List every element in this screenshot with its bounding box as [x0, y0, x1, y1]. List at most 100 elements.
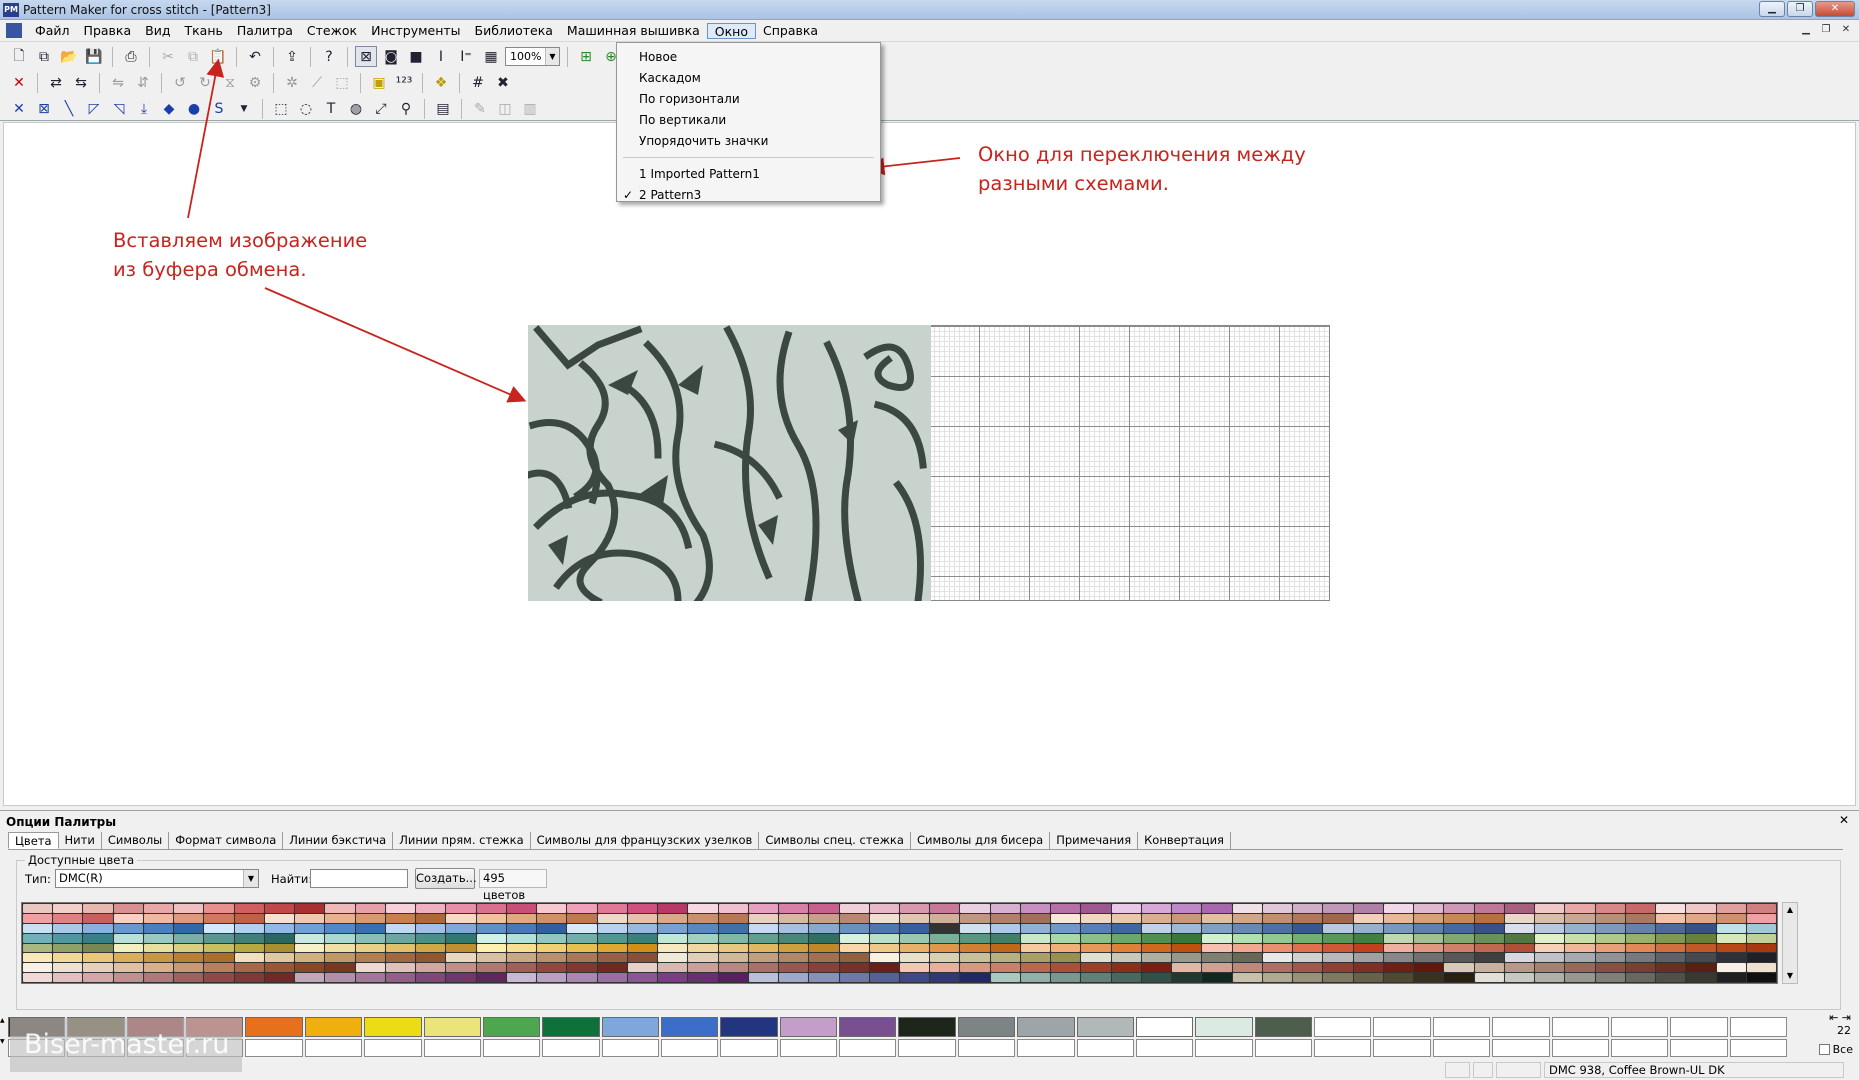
used-color-swatch[interactable] [1195, 1017, 1253, 1037]
color-swatch[interactable] [264, 963, 295, 973]
color-swatch[interactable] [688, 904, 718, 913]
fill-icon[interactable]: ◍ [345, 98, 367, 119]
color-swatch[interactable] [385, 933, 416, 943]
color-swatch[interactable] [658, 953, 688, 963]
color-swatch[interactable] [1383, 963, 1414, 973]
color-swatch[interactable] [1081, 913, 1111, 923]
color-swatch[interactable] [1111, 953, 1141, 963]
color-swatch[interactable] [1141, 904, 1172, 913]
color-swatch[interactable] [1262, 953, 1293, 963]
color-swatch[interactable] [1504, 913, 1535, 923]
color-swatch[interactable] [930, 963, 960, 973]
color-swatch[interactable] [688, 923, 718, 933]
color-symbol-slot[interactable] [1610, 1039, 1669, 1057]
color-swatch[interactable] [1716, 953, 1746, 963]
color-swatch[interactable] [1051, 904, 1081, 913]
color-swatch[interactable] [1595, 933, 1625, 943]
color-swatch[interactable] [83, 923, 113, 933]
color-symbol-slot[interactable] [1432, 1039, 1491, 1057]
color-swatch[interactable] [1474, 973, 1504, 982]
color-swatch[interactable] [1504, 923, 1535, 933]
color-swatch[interactable] [779, 904, 809, 913]
mirror-icon[interactable]: ⧖ [219, 72, 241, 93]
color-swatch[interactable] [446, 953, 476, 963]
color-swatch[interactable] [1020, 973, 1051, 982]
color-swatch[interactable] [325, 904, 355, 913]
color-swatch[interactable] [1020, 963, 1051, 973]
color-swatch[interactable] [385, 923, 416, 933]
color-swatch[interactable] [1081, 953, 1111, 963]
print-icon[interactable]: ⎙ [120, 46, 142, 67]
color-swatch[interactable] [930, 953, 960, 963]
color-swatch[interactable] [325, 913, 355, 923]
text-cursor-icon[interactable]: I [430, 46, 452, 67]
color-swatch[interactable] [1232, 913, 1262, 923]
color-swatch[interactable] [627, 913, 658, 923]
color-swatch[interactable] [234, 933, 264, 943]
menu-item[interactable]: Окно [706, 23, 757, 39]
color-swatch[interactable] [779, 923, 809, 933]
color-swatch[interactable] [143, 973, 174, 982]
color-swatch[interactable] [809, 904, 839, 913]
color-swatch[interactable] [1535, 973, 1565, 982]
text-tool-icon[interactable]: T [320, 98, 342, 119]
color-swatch[interactable] [597, 963, 627, 973]
color-swatch[interactable] [23, 943, 53, 953]
calculator-icon[interactable]: ▦ [480, 46, 502, 67]
color-swatch[interactable] [295, 963, 325, 973]
color-swatch[interactable] [143, 923, 174, 933]
color-swatch[interactable] [53, 973, 83, 982]
color-swatch[interactable] [234, 904, 264, 913]
palette-tab[interactable]: Линии прям. стежка [393, 832, 531, 849]
half-stitch-icon[interactable]: ⊠ [33, 98, 55, 119]
symmetry-icon[interactable]: ✲ [281, 72, 303, 93]
menu-item[interactable]: Правка [77, 23, 139, 39]
color-swatch[interactable] [1444, 963, 1474, 973]
color-swatch[interactable] [325, 973, 355, 982]
window-menu-item[interactable]: Упорядочить значки [617, 131, 880, 151]
color-swatch[interactable] [1686, 963, 1716, 973]
highlight-icon[interactable]: ❖ [430, 72, 452, 93]
color-swatch[interactable] [325, 953, 355, 963]
color-swatch[interactable] [1051, 933, 1081, 943]
color-swatch[interactable] [1414, 923, 1444, 933]
color-swatch[interactable] [1111, 904, 1141, 913]
color-swatch[interactable] [23, 973, 53, 982]
color-symbol-slot[interactable] [1729, 1039, 1787, 1057]
color-swatch[interactable] [809, 923, 839, 933]
color-swatch[interactable] [1595, 904, 1625, 913]
empty-color-slot[interactable] [1670, 1017, 1728, 1037]
color-swatch[interactable] [627, 923, 658, 933]
backstitch-icon[interactable]: ⤓ [133, 98, 155, 119]
color-symbol-slot[interactable] [1492, 1039, 1550, 1057]
special-stitch-icon[interactable]: S [208, 98, 230, 119]
color-swatch[interactable] [506, 973, 537, 982]
color-swatch[interactable] [234, 943, 264, 953]
cut-icon[interactable]: ✂ [157, 46, 179, 67]
empty-color-slot[interactable] [1551, 1017, 1609, 1037]
color-swatch[interactable] [658, 943, 688, 953]
color-swatch[interactable] [567, 963, 597, 973]
color-swatch[interactable] [1081, 943, 1111, 953]
color-swatch[interactable] [990, 933, 1020, 943]
color-swatch[interactable] [627, 973, 658, 982]
color-swatch[interactable] [1262, 963, 1293, 973]
color-swatch[interactable] [1383, 923, 1414, 933]
color-swatch[interactable] [1625, 943, 1656, 953]
color-symbol-slot[interactable] [720, 1039, 778, 1057]
color-swatch[interactable] [325, 943, 355, 953]
color-swatch[interactable] [748, 953, 779, 963]
color-swatch[interactable] [1202, 953, 1232, 963]
color-swatch[interactable] [658, 904, 688, 913]
color-swatch[interactable] [990, 953, 1020, 963]
color-swatch[interactable] [1474, 913, 1504, 923]
color-swatch[interactable] [930, 904, 960, 913]
color-swatch[interactable] [1232, 933, 1262, 943]
color-swatch[interactable] [1353, 923, 1383, 933]
menu-item[interactable]: Файл [28, 23, 77, 39]
color-swatch[interactable] [990, 913, 1020, 923]
color-swatch[interactable] [506, 904, 537, 913]
color-swatch[interactable] [113, 904, 143, 913]
color-swatch[interactable] [1020, 913, 1051, 923]
color-symbol-slot[interactable] [1135, 1039, 1194, 1057]
